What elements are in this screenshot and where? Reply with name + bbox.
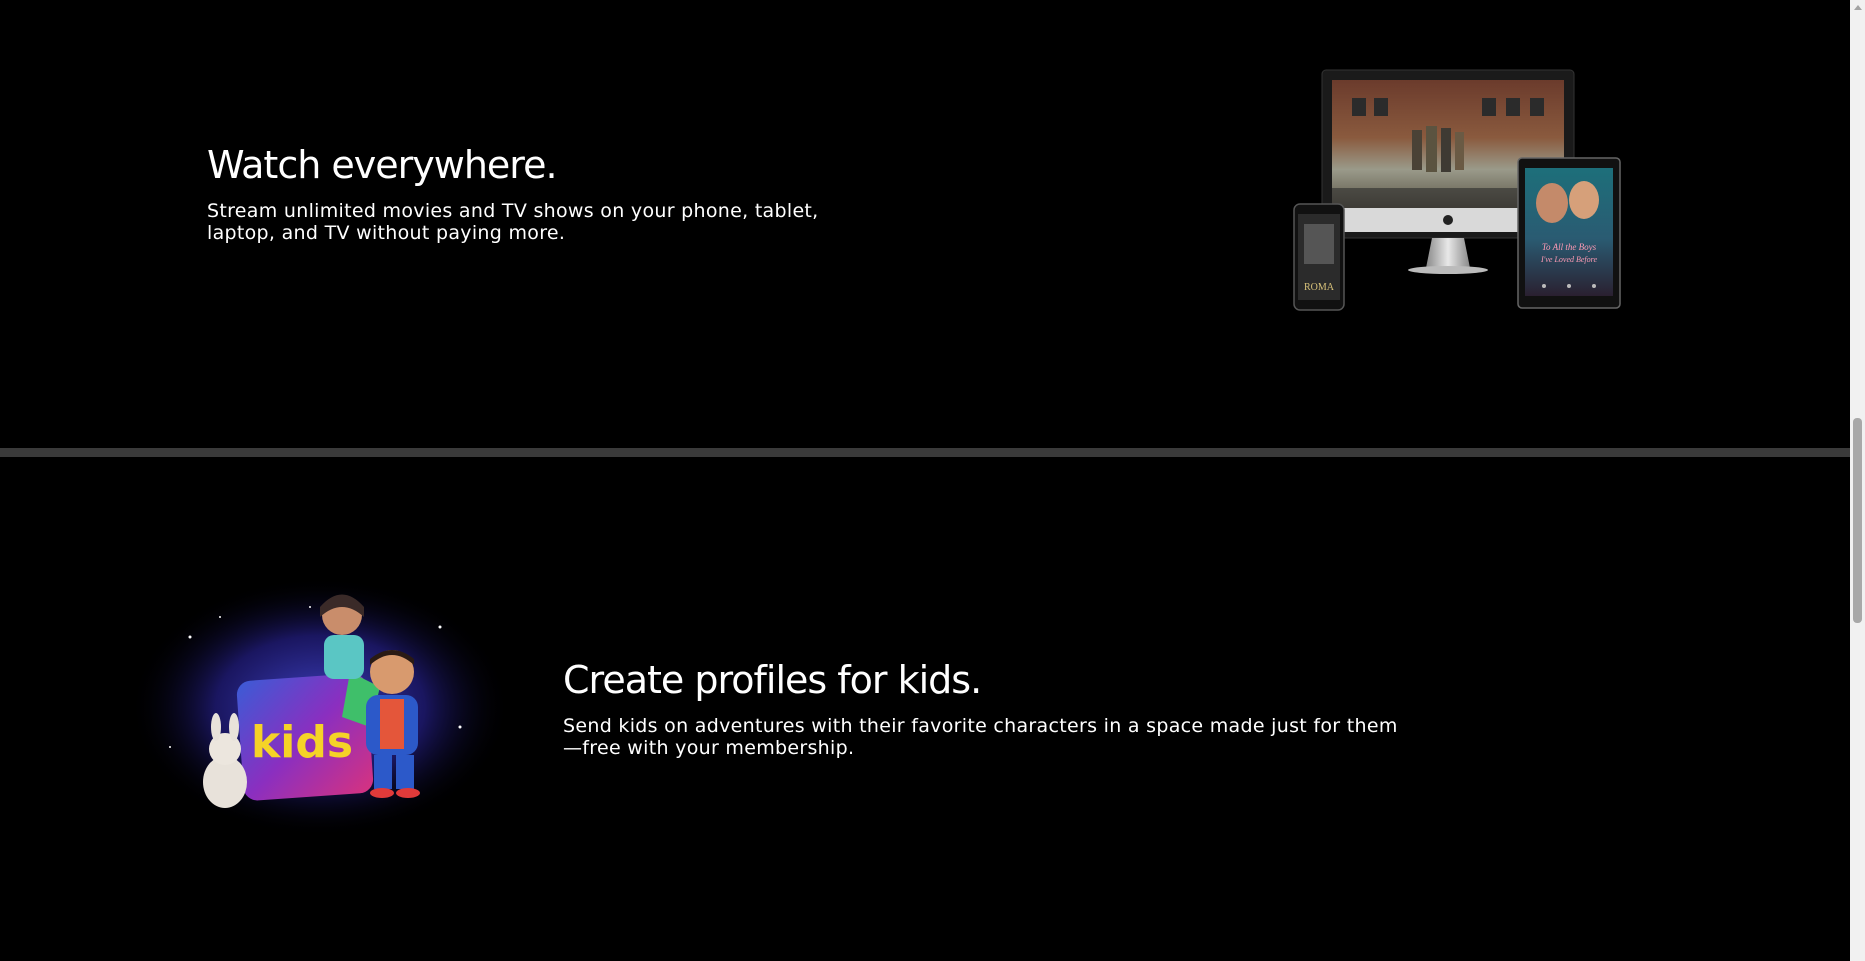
watch-everywhere-section: Watch everywhere. Stream unlimited movie… xyxy=(0,0,1850,448)
kids-title: Create profiles for kids. xyxy=(563,658,982,702)
kids-profiles-section: kids Create profiles for kids. Send kids… xyxy=(0,457,1850,961)
vertical-scrollbar[interactable] xyxy=(1850,0,1865,961)
watch-description: Stream unlimited movies and TV shows on … xyxy=(207,200,819,244)
watch-title: Watch everywhere. xyxy=(207,143,558,187)
kids-text-block: Create profiles for kids. Send kids on a… xyxy=(563,653,1403,759)
tablet-poster-title-2: I've Loved Before xyxy=(1540,255,1598,264)
kids-description: Send kids on adventures with their favor… xyxy=(563,715,1398,759)
tablet-poster-title-1: To All the Boys xyxy=(1542,242,1597,252)
scroll-up-arrow-icon[interactable] xyxy=(1850,0,1865,15)
section-divider xyxy=(0,448,1850,457)
kids-badge-text: kids xyxy=(251,717,353,768)
phone-poster-title: ROMA xyxy=(1304,282,1335,293)
page: Watch everywhere. Stream unlimited movie… xyxy=(0,0,1850,961)
watch-text-block: Watch everywhere. Stream unlimited movie… xyxy=(207,138,867,244)
kids-image: kids xyxy=(130,577,510,837)
devices-image: ROMA To All the Boys I've Loved Before xyxy=(1292,68,1622,313)
scrollbar-thumb[interactable] xyxy=(1853,418,1862,623)
